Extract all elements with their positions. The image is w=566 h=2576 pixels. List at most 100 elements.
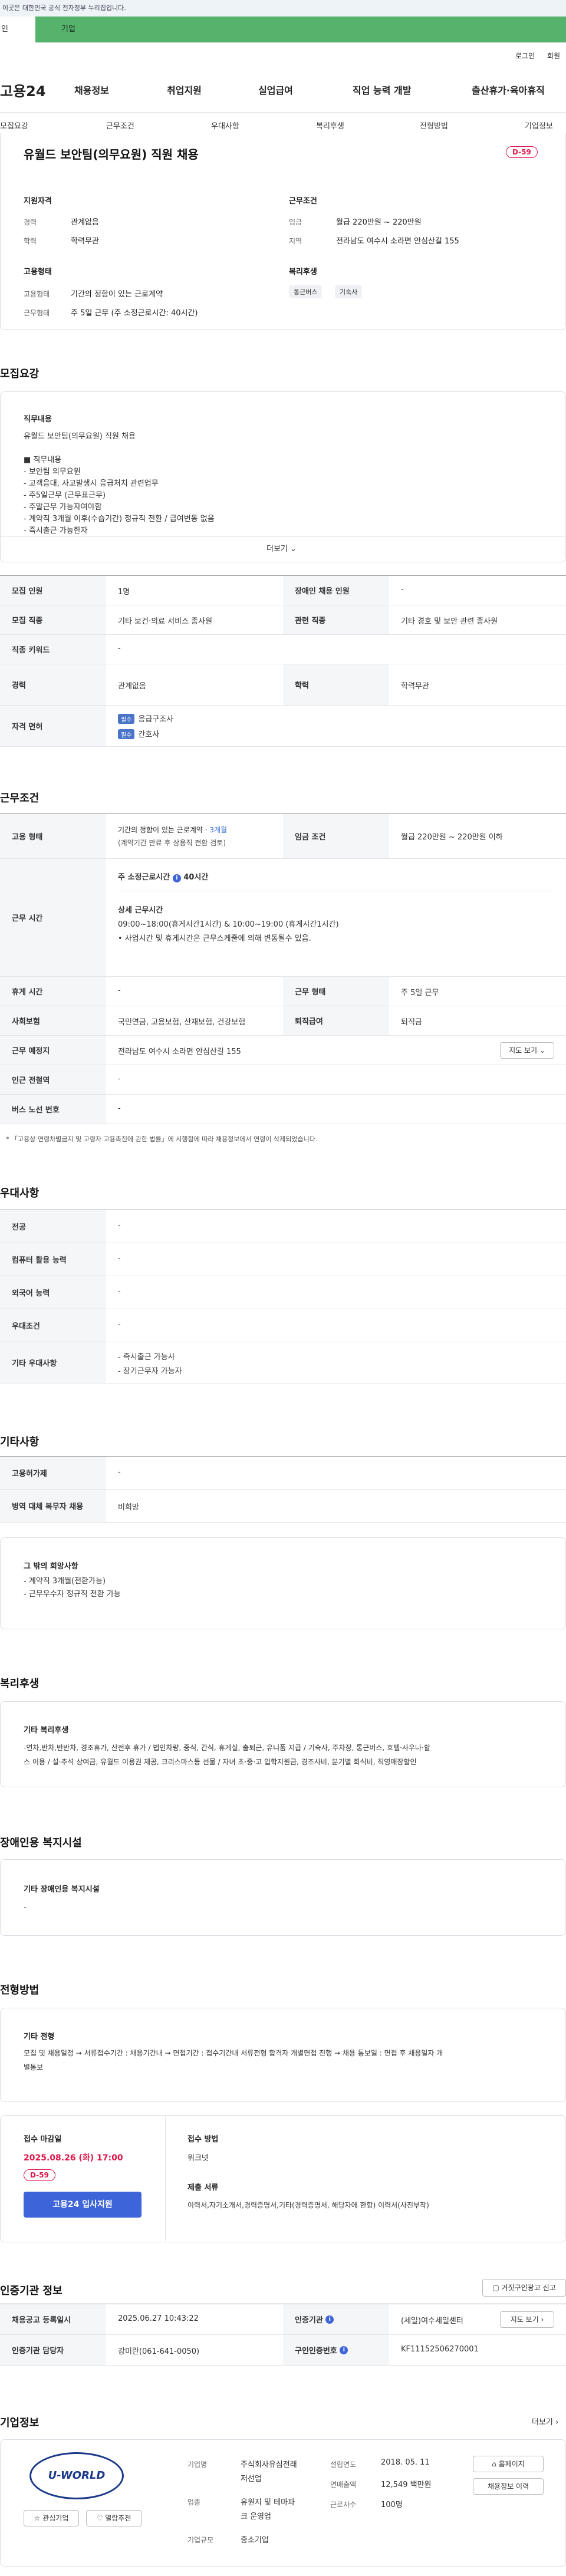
snb-welfare[interactable]: 복리후생	[316, 120, 344, 131]
recommend-button[interactable]: ♡ 열람추천	[86, 2510, 142, 2526]
snb-work[interactable]: 근무조건	[106, 120, 134, 131]
homepage-button[interactable]: ⌂ 홈페이지	[473, 2456, 544, 2472]
info-icon[interactable]: i	[172, 874, 181, 882]
company-size-value: 중소기업	[241, 2536, 269, 2545]
apply-button[interactable]: 고용24 입사지원	[24, 2192, 142, 2218]
weekly-hours-value: 40시간	[183, 873, 209, 882]
area-label: 지역	[289, 237, 302, 245]
info-icon[interactable]: i	[340, 2346, 348, 2354]
snb-recruit[interactable]: 모집요강	[0, 120, 28, 131]
deadline-dday-badge: D-59	[24, 2169, 55, 2181]
th-computer: 컴퓨터 활용 능력	[0, 1243, 106, 1276]
industry-value: 유원지 및 테마파	[241, 2498, 295, 2507]
required-tag: 필수	[118, 729, 135, 739]
job-desc-line: - 보안팀 의무요원	[24, 467, 81, 476]
tab-individual[interactable]: 인	[0, 17, 35, 42]
benefit-chip: 기숙사	[335, 285, 363, 298]
founded-label: 설립연도	[330, 2460, 357, 2469]
td-permit: -	[118, 1468, 121, 1477]
age-notice: * 「고용상 연령차별금지 및 고령자 고용촉진에 관한 법률」에 시행함에 따…	[6, 1135, 318, 1143]
th-emp-type: 고용 형태	[0, 814, 106, 858]
th-insurance: 사회보험	[0, 1006, 106, 1035]
welfare-text: 스 이용 / 설·추석 상여금, 유월드 이용권 제공, 크리스마스등 선물 /…	[24, 1758, 417, 1766]
home-icon: ⌂	[492, 2460, 496, 2468]
deadline-title: 접수 마감일	[24, 2135, 62, 2144]
th-edu: 학력	[283, 664, 389, 705]
edu-label: 학력	[24, 237, 37, 245]
detail-hours-title: 상세 근무시간	[118, 906, 163, 915]
td-pref-etc: - 즉시출근 가능사	[118, 1353, 175, 1362]
th-retirement: 퇴직급여	[283, 1006, 389, 1035]
td-emp-type: 기간의 정함이 있는 근로계약 · 3개월	[118, 825, 227, 835]
chevron-down-icon: ⌄	[290, 545, 297, 554]
th-location: 근무 예정지	[0, 1036, 106, 1065]
td-rest: -	[118, 986, 121, 995]
td-pref-cond: -	[118, 1320, 121, 1329]
revenue-value: 12,549 백만원	[381, 2481, 432, 2489]
gnb-employment-support[interactable]: 취업지원	[167, 83, 202, 97]
work-heading: 근무조건	[0, 792, 40, 805]
report-button[interactable]: ▢ 거짓구인광고 신고	[482, 2279, 566, 2297]
th-related: 관련 직종	[283, 605, 389, 634]
gnb-parental-leave[interactable]: 출산휴가·육아휴직	[472, 83, 545, 97]
tab-business[interactable]: 기업	[61, 17, 75, 42]
td-station: -	[118, 1075, 121, 1083]
reco-label: 열람추천	[105, 2514, 131, 2522]
license-item: 필수 응급구조사	[118, 713, 173, 724]
deadline-value: 2025.08.26 (화) 17:00	[24, 2153, 123, 2163]
td-computer: -	[118, 1254, 121, 1263]
snb-selection[interactable]: 전형방법	[420, 120, 448, 131]
fav-company-button[interactable]: ☆ 관심기업	[24, 2510, 79, 2526]
join-link[interactable]: 회원	[547, 51, 560, 61]
company-name-label: 기업명	[187, 2460, 208, 2469]
docs-title: 제출 서류	[187, 2183, 219, 2192]
other-heading: 기타사항	[0, 1436, 40, 1448]
detail-hours-value: 09:00~18:00(휴게시간1시간) & 10:00~19:00 (휴게시간…	[118, 920, 339, 929]
welfare-box-title: 기타 복리후생	[24, 1726, 69, 1735]
company-more-link[interactable]: 더보기 ›	[532, 2416, 558, 2427]
company-logo: U-WORLD	[29, 2452, 124, 2499]
th-headcount: 모집 인원	[0, 576, 106, 605]
th-work-form: 근무 형태	[283, 977, 389, 1006]
snb-pref[interactable]: 우대사항	[211, 120, 239, 131]
area-value: 전라남도 여수시 소라면 안심산길 155	[336, 237, 459, 246]
login-link[interactable]: 로그인	[515, 51, 535, 61]
td-keyword: -	[118, 644, 121, 653]
th-occupation: 모집 직종	[0, 605, 106, 634]
gnb-unemployment-benefit[interactable]: 실업급여	[258, 83, 293, 97]
site-logo[interactable]: 고용24	[0, 80, 46, 100]
license-item: 필수 간호사	[118, 728, 159, 739]
apply-box	[0, 2115, 566, 2242]
job-desc-line: 유월드 보안팀(의무요원) 직원 채용	[24, 432, 136, 441]
more-button[interactable]: 더보기 ⌄	[266, 542, 297, 554]
hiring-history-button[interactable]: 채용정보 이력	[473, 2478, 544, 2495]
apply-method-value: 워크넷	[187, 2154, 209, 2163]
th-agency: 인증기관 i	[283, 2304, 389, 2334]
weekly-hours: 주 소정근로시간 i 40시간	[118, 871, 208, 882]
map-button[interactable]: 지도 보기 ⌄	[500, 1042, 554, 1059]
gnb-vocational-training[interactable]: 직업 능력 개발	[353, 83, 411, 97]
pref-heading: 우대사항	[0, 1187, 40, 1200]
gnb-job-info[interactable]: 채용정보	[74, 83, 109, 97]
td-pref-etc: - 장기근무자 가능자	[118, 1367, 182, 1376]
job-desc-line: - 계약직 3개월 이후(수습기간) 정규직 전환 / 급여변동 없음	[24, 515, 215, 523]
license-name: 응급구조사	[138, 715, 174, 724]
benefit-chip: 통근버스	[289, 285, 323, 298]
th-hours: 근무 시간	[0, 859, 106, 976]
report-label: 거짓구인광고 신고	[501, 2284, 556, 2292]
snb-company[interactable]: 기업정보	[525, 120, 553, 131]
emp-label: 고용형태	[24, 290, 50, 298]
agency-map-button[interactable]: 지도 보기 ›	[500, 2311, 554, 2328]
select-box-title: 기타 전형	[24, 2033, 55, 2041]
th-disabled-hire: 장애인 채용 인원	[283, 576, 389, 605]
th-major: 전공	[0, 1210, 106, 1243]
welfare-heading: 복리후생	[0, 1678, 40, 1690]
th-rest: 휴게 시간	[0, 977, 106, 1006]
company-name-value: 주식회사유심전래	[241, 2460, 297, 2469]
info-icon[interactable]: i	[325, 2315, 334, 2324]
company-more-label: 더보기	[532, 2418, 553, 2427]
cert-no-label: 구인인증번호	[295, 2347, 337, 2356]
agency-label: 인증기관	[295, 2316, 323, 2325]
td-edu: 학력무관	[401, 682, 429, 691]
td-related: 기타 경호 및 보안 관련 종사원	[401, 617, 498, 626]
